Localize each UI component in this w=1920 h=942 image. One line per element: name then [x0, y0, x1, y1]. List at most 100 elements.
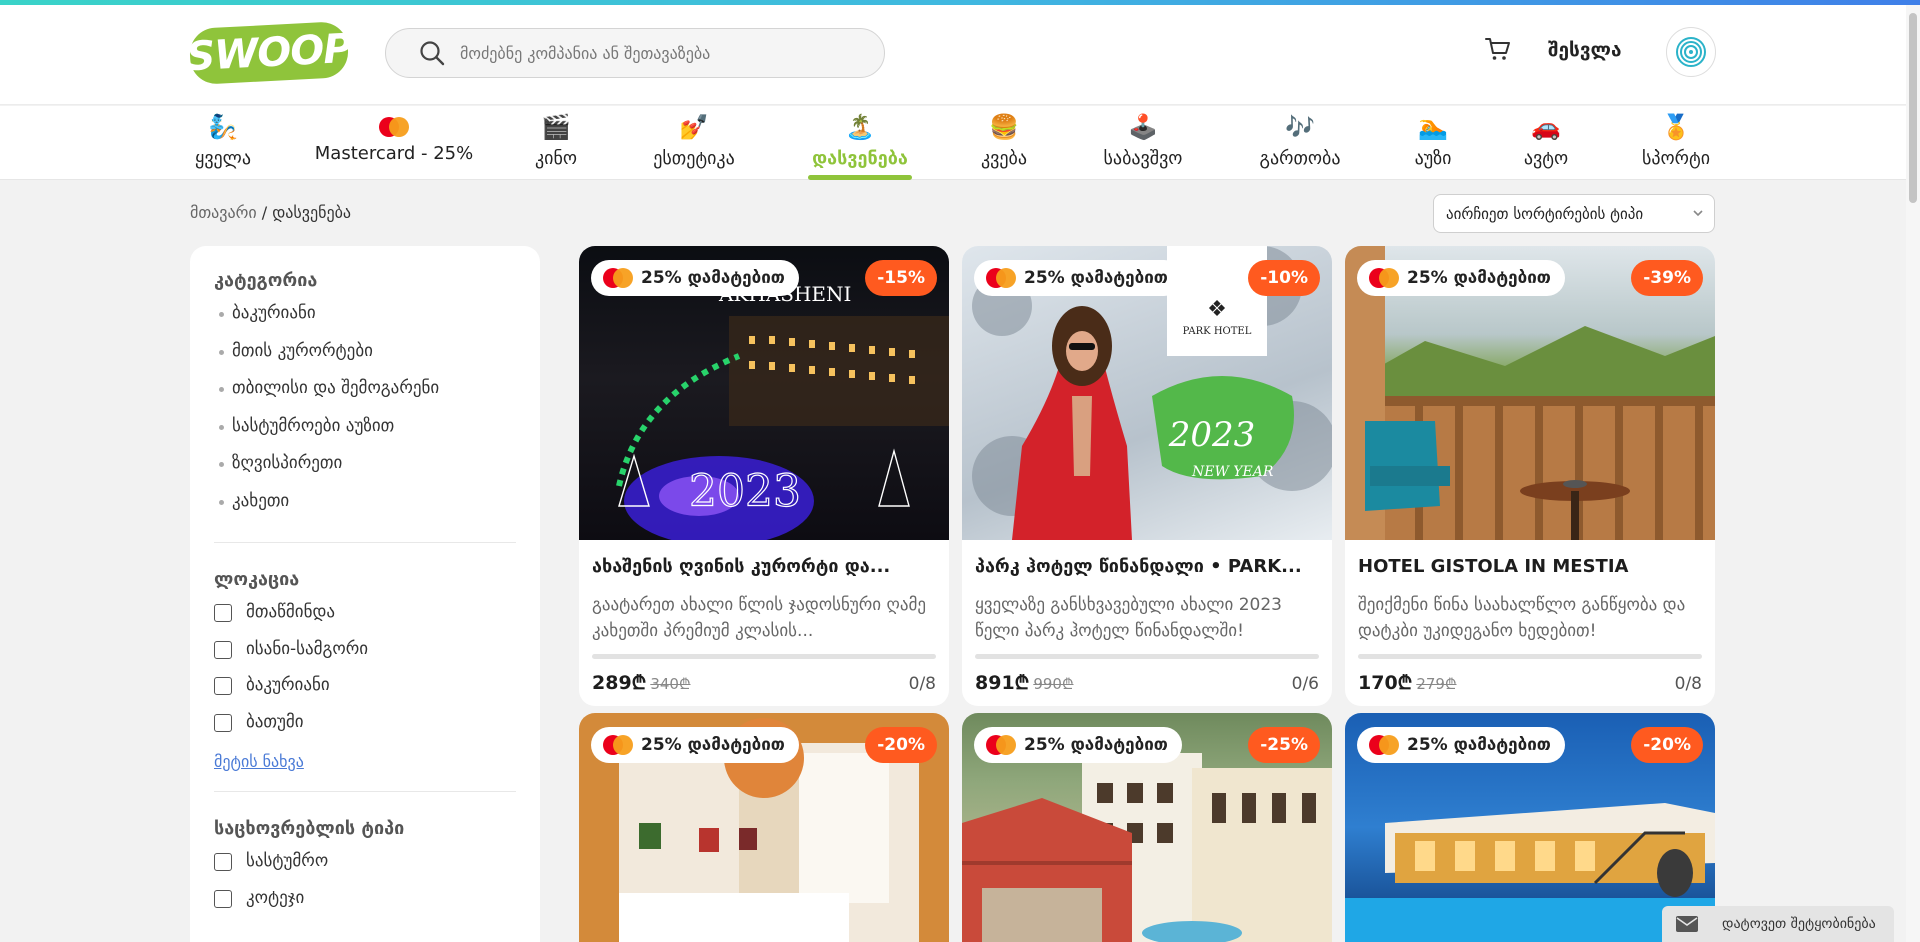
offer-description: გაატარეთ ახალი წლის ჯადოსნური ღამე კახეთ…	[592, 595, 927, 641]
checkbox[interactable]	[214, 853, 232, 871]
category-vacation[interactable]: 🏝️ დასვენება	[808, 112, 912, 180]
offer-card[interactable]: 25% დამატებით -25%	[962, 713, 1332, 942]
checkbox[interactable]	[214, 713, 232, 732]
type-checkbox[interactable]: სასტუმრო	[214, 851, 516, 888]
fingerprint-icon	[1676, 37, 1706, 67]
swimmer-icon: 🏊	[1418, 113, 1448, 141]
chevron-down-icon	[1693, 210, 1703, 217]
offer-image[interactable]: 25% დამატებით -25%	[962, 713, 1332, 942]
category-all[interactable]: 🧞 ყველა	[190, 112, 256, 180]
mastercard-icon	[603, 735, 633, 755]
profile-button[interactable]	[1666, 27, 1716, 77]
offer-title[interactable]: პარკ ჰოტელ წინანდალი • PARK...	[975, 556, 1319, 582]
category-auto[interactable]: 🚗 ავტო	[1520, 112, 1572, 180]
breadcrumb-current: / დასვენება	[261, 203, 351, 222]
location-checkbox[interactable]: ბათუმი	[214, 712, 516, 749]
offer-image[interactable]: PARK HOTEL ❖ 2023 NEW YEAR 25% დამატებით…	[962, 246, 1332, 540]
offer-card[interactable]: 25% დამატებით -20%	[1345, 713, 1715, 942]
offer-title[interactable]: ახაშენის ღვინის კურორტი და...	[592, 556, 936, 582]
search-icon[interactable]	[418, 39, 446, 67]
discount-badge: -15%	[865, 260, 937, 296]
discount-badge: -20%	[865, 727, 937, 763]
category-food[interactable]: 🍔 კვება	[976, 112, 1032, 180]
price-row: 891₾ 990₾ 0/6	[975, 669, 1319, 695]
old-price: 279₾	[1416, 675, 1457, 693]
old-price: 990₾	[1033, 675, 1074, 693]
leave-message-label: დატოვეთ შეტყობინება	[1722, 916, 1876, 932]
category-filter-item[interactable]: თბილისი და შემოგარენი	[214, 378, 516, 416]
clapperboard-icon: 🎬	[541, 113, 571, 141]
show-more-link[interactable]: მეტის ნახვა	[214, 752, 304, 771]
search-bar[interactable]	[385, 28, 885, 78]
category-pool[interactable]: 🏊 აუზი	[1408, 112, 1458, 180]
offer-image[interactable]: 25% დამატებით -20%	[1345, 713, 1715, 942]
offer-image[interactable]: 25% დამატებით -39%	[1345, 246, 1715, 540]
category-filter-item[interactable]: მთის კურორტები	[214, 341, 516, 379]
login-button[interactable]: შესვლა	[1548, 39, 1622, 61]
type-checkbox[interactable]: კოტეჯი	[214, 888, 516, 925]
location-filter-title: ლოკაცია	[214, 569, 300, 590]
category-filter-item[interactable]: ზღვისპირეთი	[214, 453, 516, 491]
leave-message-widget[interactable]: დატოვეთ შეტყობინება	[1662, 906, 1894, 942]
burger-icon: 🍔	[989, 113, 1019, 141]
svg-text:❖: ❖	[1207, 297, 1227, 322]
divider	[214, 791, 516, 792]
checkbox-label: ისანი-სამგორი	[246, 638, 369, 659]
category-filter-item[interactable]: კახეთი	[214, 491, 516, 529]
offer-card[interactable]: 25% დამატებით -20%	[579, 713, 949, 942]
offer-card[interactable]: PARK HOTEL ❖ 2023 NEW YEAR 25% დამატებით…	[962, 246, 1332, 706]
checkbox[interactable]	[214, 640, 232, 659]
mastercard-badge: 25% დამატებით	[591, 727, 799, 763]
offer-description: შეიქმენი წინა საახალწლო განწყობა და დატკ…	[1358, 595, 1686, 641]
genie-lamp-icon: 🧞	[208, 113, 238, 141]
car-icon: 🚗	[1531, 113, 1561, 141]
category-aesthetics[interactable]: 💅 ესთეტიკა	[644, 112, 744, 180]
current-price: 289₾	[592, 672, 647, 694]
music-notes-icon: 🎶	[1285, 113, 1315, 141]
category-mastercard[interactable]: Mastercard - 25%	[315, 112, 473, 180]
offer-image[interactable]: 2023 AKHASHENI 25% დამატებით -15%	[579, 246, 949, 546]
discount-badge: -25%	[1248, 727, 1320, 763]
mastercard-badge: 25% დამატებით	[591, 260, 799, 296]
category-sport[interactable]: 🏅 სპორტი	[1636, 112, 1716, 180]
offer-card[interactable]: 25% დამატებით -39% HOTEL GISTOLA IN MEST…	[1345, 246, 1715, 706]
offer-card[interactable]: 2023 AKHASHENI 25% დამატებით -15% ახაშენ…	[579, 246, 949, 706]
checkbox-label: ბათუმი	[246, 711, 304, 732]
breadcrumb-home[interactable]: მთავარი	[190, 203, 257, 222]
sold-progress-bar	[1358, 654, 1702, 659]
mastercard-icon	[379, 117, 409, 137]
category-filter-item[interactable]: ბაკურიანი	[214, 303, 516, 341]
checkbox[interactable]	[214, 604, 232, 622]
page-scrollbar[interactable]	[1906, 5, 1920, 942]
mastercard-icon	[986, 268, 1016, 288]
location-checkbox[interactable]: ბაკურიანი	[214, 675, 516, 712]
image-text-caption: NEW YEAR	[1191, 464, 1274, 480]
checkbox[interactable]	[214, 889, 232, 908]
swoop-logo[interactable]: SWOOP	[185, 20, 353, 86]
old-price: 340₾	[650, 675, 691, 693]
offer-image[interactable]: 25% დამატებით -20%	[579, 713, 949, 942]
sold-progress-bar	[975, 654, 1319, 659]
cart-icon[interactable]	[1484, 35, 1512, 63]
offer-title[interactable]: HOTEL GISTOLA IN MESTIA	[1358, 556, 1702, 582]
discount-badge: -20%	[1631, 727, 1703, 763]
category-cinema[interactable]: 🎬 კინო	[530, 112, 582, 180]
category-kids[interactable]: 🕹️ საბავშვო	[1096, 112, 1190, 180]
sold-count: 0/8	[908, 674, 936, 694]
image-text-hotel: PARK HOTEL	[1183, 326, 1252, 337]
checkbox[interactable]	[214, 677, 232, 695]
location-checkbox[interactable]: ისანი-სამგორი	[214, 639, 516, 676]
sold-count: 0/8	[1674, 674, 1702, 694]
current-price: 170₾	[1358, 672, 1413, 694]
scrollbar-thumb[interactable]	[1909, 13, 1917, 203]
offer-description: ყველაზე განსხვავებული ახალი 2023 წელი პა…	[975, 595, 1282, 641]
category-filter-item[interactable]: სასტუმროები აუზით	[214, 416, 516, 454]
category-entertainment[interactable]: 🎶 გართობა	[1254, 112, 1346, 180]
image-text-year: 2023	[689, 466, 801, 517]
divider	[214, 542, 516, 543]
sort-dropdown[interactable]: აირჩიეთ სორტირების ტიპი	[1433, 194, 1715, 233]
mastercard-badge: 25% დამატებით	[1357, 260, 1565, 296]
search-input[interactable]	[460, 43, 840, 63]
header: SWOOP შესვლა	[0, 5, 1920, 105]
location-checkbox[interactable]: მთაწმინდა	[214, 602, 516, 639]
